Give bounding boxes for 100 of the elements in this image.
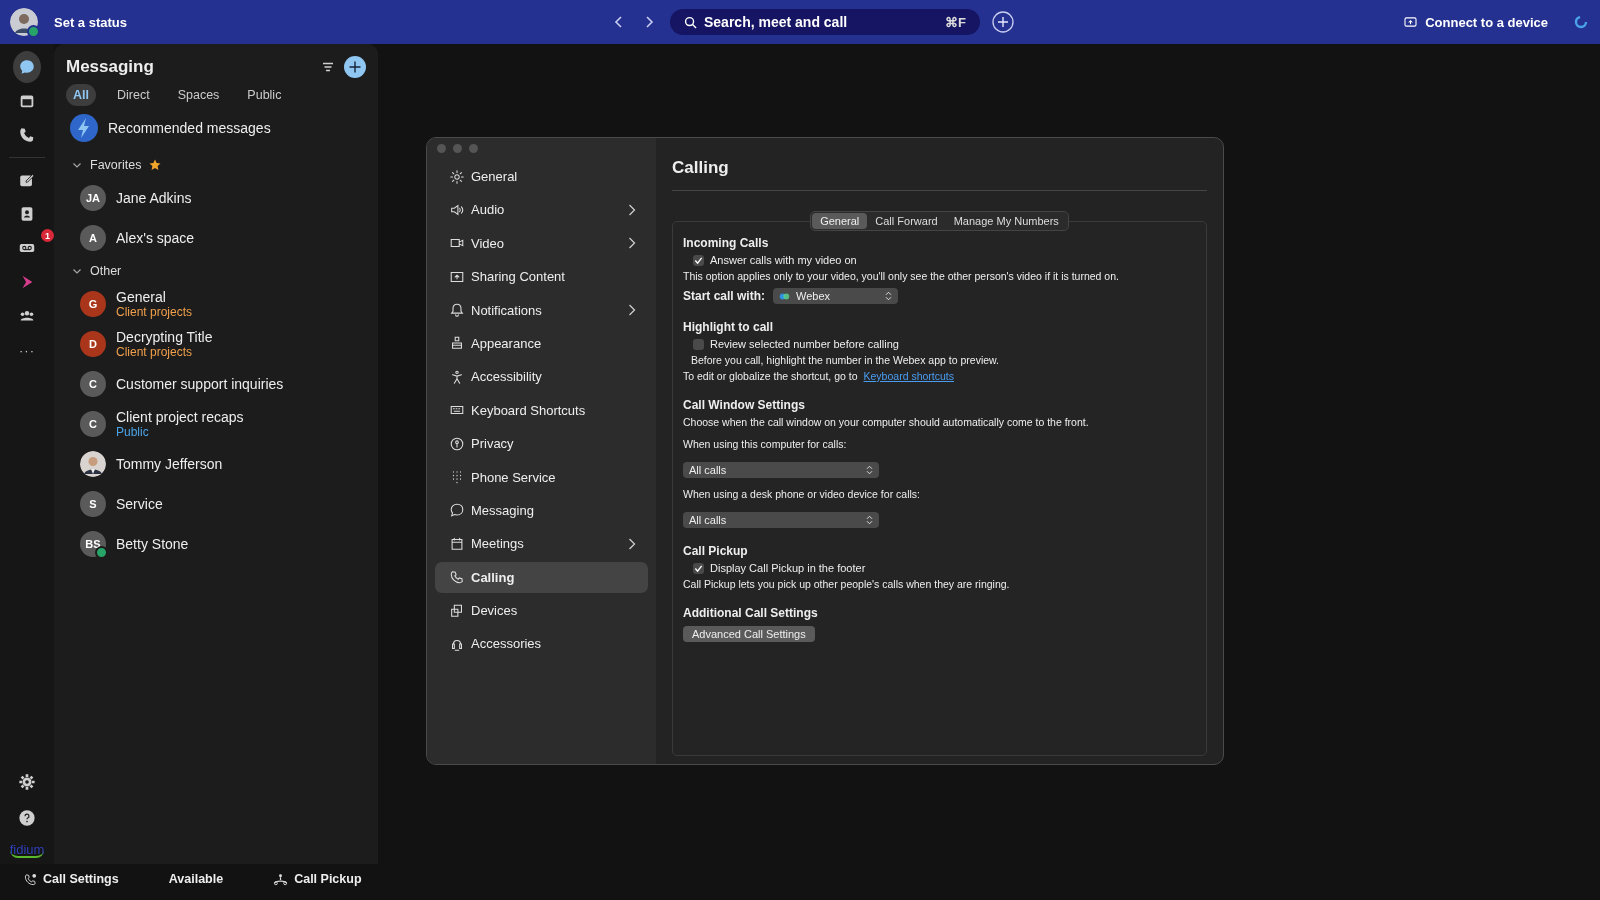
settings-nav-item[interactable]: Messaging (435, 494, 648, 526)
sync-icon[interactable] (1574, 15, 1588, 29)
conversation-name[interactable]: Alex's space (116, 230, 195, 246)
section-label: Favorites (90, 158, 142, 172)
section-heading: Call Pickup (683, 544, 749, 558)
checkbox[interactable] (693, 562, 704, 574)
help-text: Call Pickup lets you pick up other people's calls when they are ringing. (683, 578, 1011, 590)
field-label: When using this computer for calls: (683, 438, 848, 450)
availability-status[interactable]: Available (168, 872, 224, 886)
conversation-name[interactable]: Customer support inquiries (116, 376, 284, 392)
field-label: Start call with: (683, 289, 765, 303)
start-call-dropdown[interactable]: Webex (773, 288, 898, 304)
conversation-name[interactable]: Client project recaps (116, 409, 244, 425)
help-text: Choose when the call window on your computer should automatically come to the front. (683, 416, 1090, 428)
user-avatar[interactable] (10, 8, 38, 36)
chat-bubble-button[interactable] (13, 51, 41, 83)
settings-tab[interactable]: General (812, 213, 868, 229)
avatar: C (80, 411, 106, 437)
settings-nav-item[interactable]: Privacy (435, 428, 648, 460)
speaker-icon (449, 201, 465, 218)
connect-device-button[interactable]: Connect to a device (1404, 14, 1548, 30)
up-down-arrows-icon (866, 515, 873, 525)
screen-share-icon (1404, 16, 1418, 28)
filter-icon[interactable] (322, 61, 334, 73)
filter-tab[interactable]: Public (240, 84, 289, 106)
filter-tab[interactable]: All (66, 84, 96, 106)
keyboard-shortcuts-link[interactable]: Keyboard shortcuts (863, 370, 954, 382)
avatar: S (80, 491, 106, 517)
advanced-call-settings-button[interactable]: Advanced Call Settings (683, 626, 815, 642)
add-icon[interactable] (992, 11, 1014, 33)
calendar-icon (449, 535, 465, 552)
settings-tab[interactable]: Manage My Numbers (945, 213, 1067, 229)
filter-tab[interactable]: Spaces (170, 84, 227, 106)
help-icon[interactable] (18, 809, 36, 827)
settings-nav-item[interactable]: Sharing Content (435, 261, 648, 293)
avatar: BS (80, 531, 106, 557)
recommended-messages-item[interactable]: Recommended messages (66, 110, 366, 152)
chevron-icon[interactable] (72, 160, 82, 170)
bell-icon (449, 302, 465, 319)
shortcut-hint: ⌘F (945, 15, 966, 30)
settings-tab[interactable]: Call Forward (867, 213, 946, 229)
chat-bubble-icon (18, 58, 36, 76)
conversation-name[interactable]: General (116, 289, 193, 305)
call-settings-button[interactable]: Call Settings (24, 872, 119, 886)
devices-icon (449, 602, 465, 619)
settings-icon[interactable] (18, 773, 36, 791)
phone-gear-icon (24, 872, 37, 886)
avatar: C (80, 371, 106, 397)
settings-nav-item[interactable]: General (435, 161, 648, 192)
settings-nav-item[interactable]: Phone Service (435, 461, 648, 493)
checkbox-label: Display Call Pickup in the footer (710, 562, 866, 574)
gear-icon (449, 168, 465, 185)
conversation-name[interactable]: Betty Stone (116, 536, 189, 552)
checkbox[interactable] (693, 254, 704, 266)
avatar: A (80, 225, 106, 251)
brand-logo: fidium (9, 843, 45, 858)
up-down-arrows-icon (885, 291, 892, 301)
checkmark-icon (694, 563, 703, 573)
call-pickup-icon (273, 872, 289, 886)
help-text: This option applies only to your video, you'll only see the other person's video if it is turned on. (683, 270, 1120, 282)
unread-badge: 1 (41, 229, 54, 242)
settings-nav-item[interactable]: Accessories (435, 628, 648, 660)
desk-phone-calls-dropdown[interactable]: All calls (683, 512, 879, 528)
settings-nav-item[interactable]: Calling (435, 561, 648, 593)
lightning-icon (70, 114, 98, 142)
settings-nav-item[interactable]: Appearance (435, 327, 648, 359)
settings-nav-item[interactable]: Devices (435, 595, 648, 627)
call-pickup-button[interactable]: Call Pickup (273, 872, 362, 886)
chevron-icon[interactable] (72, 266, 82, 276)
settings-nav-item[interactable]: Video (435, 227, 648, 259)
add-icon[interactable] (344, 56, 366, 78)
status-link[interactable]: Set a status (54, 14, 127, 30)
computer-calls-dropdown[interactable]: All calls (683, 462, 879, 478)
space-label: Client projects (116, 305, 193, 319)
conversation-name[interactable]: Jane Adkins (116, 190, 192, 206)
conversation-name[interactable]: Decrypting Title (116, 329, 213, 345)
checkbox[interactable] (693, 338, 704, 350)
field-label: When using a desk phone or video device for calls: (683, 488, 921, 500)
section-heading: Additional Call Settings (683, 606, 819, 620)
page-title: Calling (672, 158, 1207, 191)
settings-nav-item[interactable]: Meetings (435, 528, 648, 560)
conversation-name[interactable]: Tommy Jefferson (116, 456, 223, 472)
settings-nav-item[interactable]: Keyboard Shortcuts (435, 394, 648, 426)
back-icon[interactable] (614, 15, 624, 29)
forward-icon[interactable] (644, 15, 654, 29)
chat-bubble-icon (449, 502, 465, 519)
avatar: D (80, 331, 106, 357)
panel-title: Messaging (66, 57, 155, 77)
app-logo-icon (779, 291, 790, 301)
more-button[interactable]: ··· (11, 334, 43, 366)
conversation-name[interactable]: Service (116, 496, 163, 512)
checkbox-label: Review selected number before calling (710, 338, 899, 350)
settings-nav-item[interactable]: Audio (435, 194, 648, 226)
space-label: Client projects (116, 345, 194, 359)
settings-nav-item[interactable]: Accessibility (435, 361, 648, 393)
checkmark-icon (694, 255, 703, 265)
whiteboard-icon (18, 171, 36, 189)
phone-icon (449, 569, 465, 586)
settings-nav-item[interactable]: Notifications (435, 294, 648, 326)
filter-tab[interactable]: Direct (110, 84, 157, 106)
